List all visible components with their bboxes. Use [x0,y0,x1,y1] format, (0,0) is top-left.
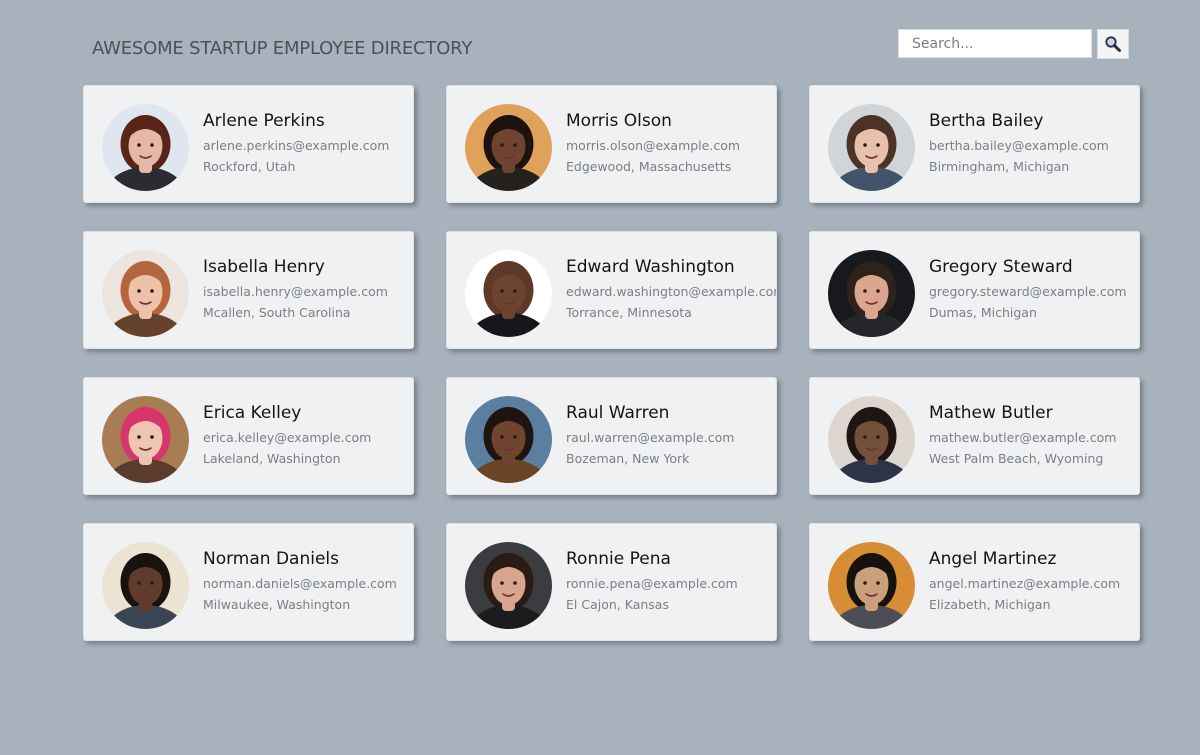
avatar [102,396,189,483]
employee-name: Erica Kelley [203,403,302,423]
employee-email: ronnie.pena@example.com [566,576,738,591]
employee-card[interactable]: Raul Warren raul.warren@example.com Bozema… [446,377,777,495]
employee-info: Isabella Henry isabella.henry@example.com… [203,256,388,323]
search-form [898,29,1129,59]
employee-email: arlene.perkins@example.com [203,138,390,153]
header: AWESOME STARTUP EMPLOYEE DIRECTORY [92,29,1132,66]
avatar [465,542,552,629]
magnifier-icon [1105,36,1121,52]
employee-info: Ronnie Pena ronnie.pena@example.com El Caj… [566,548,738,615]
employee-card[interactable]: Edward Washington edward.washington@examp… [446,231,777,349]
employee-card[interactable]: Mathew Butler mathew.butler@example.com We… [809,377,1140,495]
employee-email: gregory.steward@example.com [929,284,1127,299]
employee-card[interactable]: Arlene Perkins arlene.perkins@example.com… [83,85,414,203]
employee-gallery: Arlene Perkins arlene.perkins@example.com… [83,85,1140,641]
employee-name: Bertha Bailey [929,111,1044,131]
employee-email: mathew.butler@example.com [929,430,1117,445]
employee-info: Angel Martinez angel.martinez@example.com… [929,548,1120,615]
employee-info: Erica Kelley erica.kelley@example.com Lake… [203,402,371,469]
employee-name: Isabella Henry [203,257,325,277]
employee-card[interactable]: Angel Martinez angel.martinez@example.com… [809,523,1140,641]
avatar [465,104,552,191]
employee-name: Edward Washington [566,257,735,277]
employee-card[interactable]: Isabella Henry isabella.henry@example.com… [83,231,414,349]
employee-email: bertha.bailey@example.com [929,138,1109,153]
employee-card[interactable]: Gregory Steward gregory.steward@example.c… [809,231,1140,349]
avatar [828,542,915,629]
employee-name: Ronnie Pena [566,549,671,569]
avatar [102,104,189,191]
avatar [828,396,915,483]
employee-location: Dumas, Michigan [929,305,1037,320]
employee-info: Gregory Steward gregory.steward@example.c… [929,256,1127,323]
avatar [828,104,915,191]
employee-location: Elizabeth, Michigan [929,597,1051,612]
employee-location: Birmingham, Michigan [929,159,1070,174]
employee-info: Arlene Perkins arlene.perkins@example.com… [203,110,389,177]
avatar [102,250,189,337]
employee-email: angel.martinez@example.com [929,576,1121,591]
employee-info: Morris Olson morris.olson@example.com Edge… [566,110,740,177]
employee-card[interactable]: Bertha Bailey bertha.bailey@example.com Bi… [809,85,1140,203]
employee-email: isabella.henry@example.com [203,284,388,299]
search-button[interactable] [1097,29,1129,59]
employee-email: raul.warren@example.com [566,430,735,445]
avatar [828,250,915,337]
employee-location: Edgewood, Massachusetts [566,159,732,174]
employee-info: Edward Washington edward.washington@examp… [566,256,777,323]
employee-location: Lakeland, Washington [203,451,341,466]
employee-card[interactable]: Ronnie Pena ronnie.pena@example.com El Caj… [446,523,777,641]
employee-email: norman.daniels@example.com [203,576,397,591]
employee-name: Morris Olson [566,111,672,131]
employee-name: Raul Warren [566,403,670,423]
employee-email: morris.olson@example.com [566,138,741,153]
employee-email: edward.washington@example.com [566,284,777,299]
avatar [465,396,552,483]
employee-name: Norman Daniels [203,549,340,569]
employee-info: Mathew Butler mathew.butler@example.com We… [929,402,1116,469]
employee-name: Gregory Steward [929,257,1073,277]
employee-info: Norman Daniels norman.daniels@example.com… [203,548,397,615]
employee-card[interactable]: Erica Kelley erica.kelley@example.com Lake… [83,377,414,495]
employee-location: Milwaukee, Washington [203,597,351,612]
employee-name: Mathew Butler [929,403,1053,423]
avatar [102,542,189,629]
employee-name: Arlene Perkins [203,111,325,131]
employee-email: erica.kelley@example.com [203,430,372,445]
page-title: AWESOME STARTUP EMPLOYEE DIRECTORY [92,38,473,59]
employee-info: Raul Warren raul.warren@example.com Bozema… [566,402,734,469]
employee-location: Torrance, Minnesota [566,305,692,320]
employee-location: Mcallen, South Carolina [203,305,351,320]
employee-card[interactable]: Morris Olson morris.olson@example.com Edge… [446,85,777,203]
employee-location: El Cajon, Kansas [566,597,669,612]
avatar [465,250,552,337]
employee-location: Bozeman, New York [566,451,690,466]
employee-name: Angel Martinez [929,549,1057,569]
employee-location: West Palm Beach, Wyoming [929,451,1104,466]
employee-card[interactable]: Norman Daniels norman.daniels@example.com… [83,523,414,641]
employee-info: Bertha Bailey bertha.bailey@example.com Bi… [929,110,1109,177]
employee-location: Rockford, Utah [203,159,296,174]
search-input[interactable] [898,29,1092,58]
